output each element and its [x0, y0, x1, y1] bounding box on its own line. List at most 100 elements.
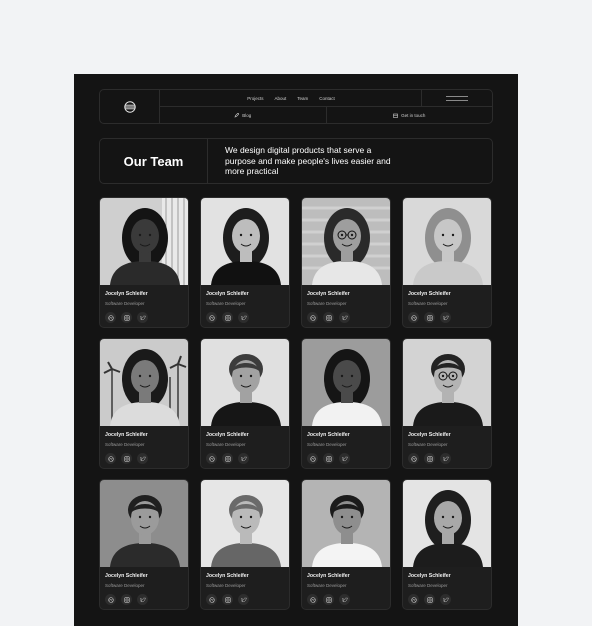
social-links	[408, 312, 451, 323]
globe-logo-icon	[123, 100, 136, 113]
team-member-card[interactable]: Jocelyn Schleifer Software Developer	[99, 338, 189, 469]
instagram-link[interactable]	[121, 312, 132, 323]
member-photo	[201, 198, 289, 285]
member-role: Software Developer	[206, 442, 246, 447]
nav-secondary: Blog Get in touch	[160, 107, 492, 123]
team-member-card[interactable]: Jocelyn Schleifer Software Developer	[301, 479, 391, 610]
instagram-link[interactable]	[222, 312, 233, 323]
twitter-icon	[139, 597, 146, 603]
hamburger-icon	[446, 95, 468, 101]
member-photo	[100, 480, 188, 567]
member-photo	[302, 198, 390, 285]
social-links	[105, 594, 148, 605]
instagram-link[interactable]	[323, 453, 334, 464]
member-photo	[403, 480, 491, 567]
nav-link-about[interactable]: About	[274, 96, 286, 101]
social-links	[408, 453, 451, 464]
social-links	[307, 594, 350, 605]
menu-button[interactable]	[421, 90, 492, 106]
social-links	[206, 312, 249, 323]
member-name: Jocelyn Schleifer	[206, 573, 249, 579]
dribbble-link[interactable]	[105, 594, 116, 605]
team-member-card[interactable]: Jocelyn Schleifer Software Developer	[402, 338, 492, 469]
twitter-link[interactable]	[137, 312, 148, 323]
twitter-link[interactable]	[137, 453, 148, 464]
brand-logo[interactable]	[100, 90, 160, 123]
member-name: Jocelyn Schleifer	[105, 432, 148, 438]
twitter-link[interactable]	[440, 453, 451, 464]
nav-link-projects[interactable]: Projects	[247, 96, 263, 101]
blog-link[interactable]: Blog	[160, 107, 326, 123]
dribbble-icon	[410, 455, 417, 462]
instagram-icon	[123, 596, 130, 603]
instagram-link[interactable]	[323, 312, 334, 323]
member-name: Jocelyn Schleifer	[408, 573, 451, 579]
twitter-icon	[139, 315, 146, 321]
twitter-link[interactable]	[440, 312, 451, 323]
twitter-link[interactable]	[440, 594, 451, 605]
member-name: Jocelyn Schleifer	[105, 573, 148, 579]
twitter-icon	[240, 597, 247, 603]
dribbble-link[interactable]	[307, 453, 318, 464]
get-in-touch-button[interactable]: Get in touch	[325, 107, 493, 123]
instagram-icon	[325, 596, 332, 603]
twitter-link[interactable]	[238, 453, 249, 464]
instagram-link[interactable]	[121, 594, 132, 605]
dribbble-icon	[309, 455, 316, 462]
twitter-icon	[240, 315, 247, 321]
twitter-icon	[341, 315, 348, 321]
nav-link-team[interactable]: Team	[297, 96, 308, 101]
dribbble-icon	[107, 455, 114, 462]
dribbble-icon	[410, 596, 417, 603]
instagram-link[interactable]	[222, 594, 233, 605]
twitter-link[interactable]	[339, 312, 350, 323]
twitter-link[interactable]	[339, 594, 350, 605]
member-name: Jocelyn Schleifer	[105, 291, 148, 297]
instagram-link[interactable]	[323, 594, 334, 605]
team-member-card[interactable]: Jocelyn Schleifer Software Developer	[200, 338, 290, 469]
member-photo	[100, 198, 188, 285]
team-member-card[interactable]: Jocelyn Schleifer Software Developer	[402, 479, 492, 610]
twitter-link[interactable]	[137, 594, 148, 605]
team-member-card[interactable]: Jocelyn Schleifer Software Developer	[301, 338, 391, 469]
team-member-card[interactable]: Jocelyn Schleifer Software Developer	[99, 479, 189, 610]
dribbble-link[interactable]	[307, 594, 318, 605]
dribbble-link[interactable]	[408, 594, 419, 605]
dribbble-link[interactable]	[408, 453, 419, 464]
team-member-card[interactable]: Jocelyn Schleifer Software Developer	[301, 197, 391, 328]
team-member-card[interactable]: Jocelyn Schleifer Software Developer	[99, 197, 189, 328]
dribbble-link[interactable]	[307, 312, 318, 323]
member-name: Jocelyn Schleifer	[307, 432, 350, 438]
nav-link-contact[interactable]: Contact	[319, 96, 335, 101]
twitter-icon	[341, 597, 348, 603]
instagram-link[interactable]	[424, 453, 435, 464]
member-photo	[201, 480, 289, 567]
twitter-icon	[442, 315, 449, 321]
instagram-link[interactable]	[121, 453, 132, 464]
dribbble-link[interactable]	[408, 312, 419, 323]
dribbble-link[interactable]	[206, 594, 217, 605]
nav-links: Projects About Team Contact	[160, 90, 422, 106]
twitter-link[interactable]	[238, 594, 249, 605]
instagram-link[interactable]	[424, 312, 435, 323]
dribbble-link[interactable]	[105, 453, 116, 464]
team-member-card[interactable]: Jocelyn Schleifer Software Developer	[200, 197, 290, 328]
member-name: Jocelyn Schleifer	[408, 432, 451, 438]
page-title: Our Team	[100, 139, 208, 183]
team-member-card[interactable]: Jocelyn Schleifer Software Developer	[402, 197, 492, 328]
instagram-icon	[224, 596, 231, 603]
member-photo	[403, 198, 491, 285]
twitter-link[interactable]	[339, 453, 350, 464]
team-member-card[interactable]: Jocelyn Schleifer Software Developer	[200, 479, 290, 610]
dribbble-link[interactable]	[105, 312, 116, 323]
dribbble-link[interactable]	[206, 453, 217, 464]
member-role: Software Developer	[105, 301, 145, 306]
instagram-link[interactable]	[222, 453, 233, 464]
instagram-link[interactable]	[424, 594, 435, 605]
dribbble-link[interactable]	[206, 312, 217, 323]
twitter-link[interactable]	[238, 312, 249, 323]
dribbble-icon	[107, 314, 114, 321]
hero-section: Our Team We design digital products that…	[99, 138, 493, 184]
member-role: Software Developer	[105, 583, 145, 588]
instagram-icon	[325, 455, 332, 462]
